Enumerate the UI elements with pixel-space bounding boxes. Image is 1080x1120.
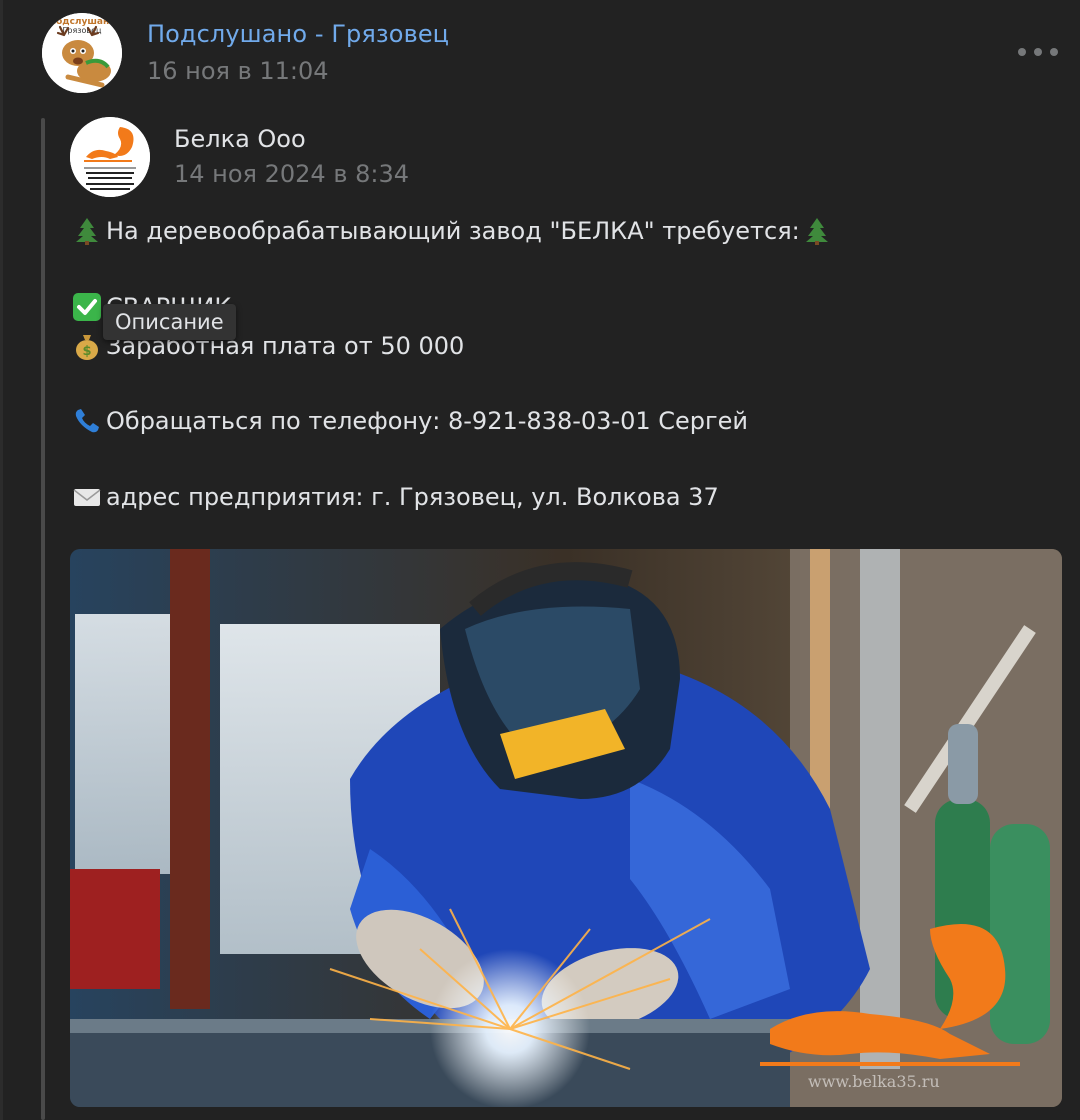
post-text-line: адрес предприятия: г. Грязовец, ул. Волк… bbox=[72, 482, 719, 512]
envelope-icon bbox=[73, 489, 101, 506]
dot-icon bbox=[1034, 48, 1042, 56]
author-avatar[interactable] bbox=[70, 117, 150, 197]
deer-logo-icon: Подслушано Грязовец bbox=[42, 13, 122, 93]
post-date[interactable]: 16 ноя в 11:04 bbox=[147, 57, 329, 85]
group-avatar[interactable]: Подслушано Грязовец bbox=[42, 13, 122, 93]
author-name-link[interactable]: Белка Ооо bbox=[174, 125, 306, 153]
photo-watermark: www.belka35.ru bbox=[808, 1072, 940, 1091]
welder-photo-image bbox=[70, 549, 1062, 1107]
post-text-line: На деревообрабатывающий завод "БЕЛКА" тр… bbox=[72, 216, 832, 246]
dot-icon bbox=[1018, 48, 1026, 56]
money-bag-icon: $ bbox=[76, 335, 98, 360]
post-text-line: Обращаться по телефону: 8-921-838-03-01 … bbox=[72, 406, 748, 436]
post-photo[interactable]: www.belka35.ru bbox=[70, 549, 1062, 1107]
squirrel-logo-icon bbox=[70, 117, 150, 197]
tree-icon bbox=[805, 218, 828, 245]
more-options-button[interactable] bbox=[1018, 40, 1058, 64]
group-name-link[interactable]: Подслушано - Грязовец bbox=[147, 20, 449, 48]
svg-text:$: $ bbox=[82, 344, 91, 359]
dot-icon bbox=[1050, 48, 1058, 56]
check-mark-icon bbox=[73, 293, 101, 321]
repost-date[interactable]: 14 ноя 2024 в 8:34 bbox=[174, 160, 409, 188]
wall-post: Подслушано Грязовец Подслушано - Грязове… bbox=[0, 0, 1080, 1120]
tooltip: Описание bbox=[103, 304, 236, 340]
tree-icon bbox=[76, 218, 98, 245]
phone-icon bbox=[75, 409, 99, 433]
repost-indicator-bar bbox=[41, 118, 45, 1120]
